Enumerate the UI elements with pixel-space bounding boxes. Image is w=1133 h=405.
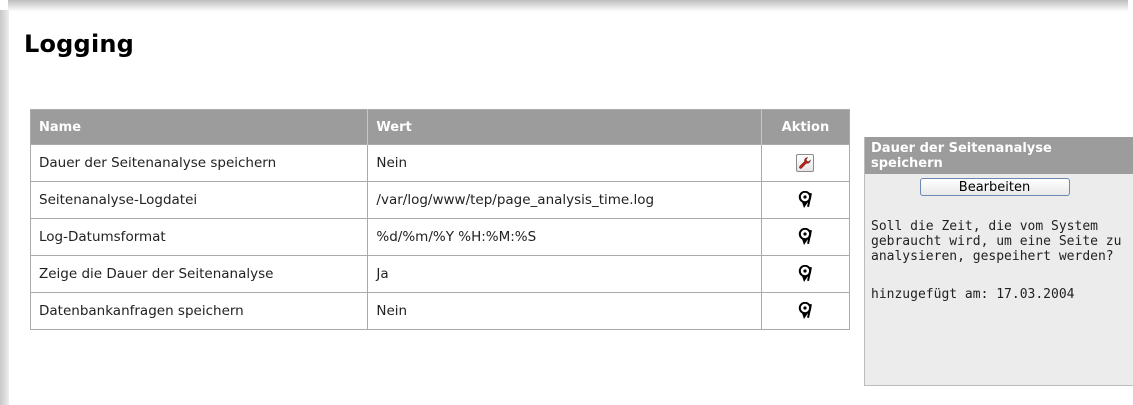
setting-name: Zeige die Dauer der Seitenanalyse [29,255,369,293]
column-header-wert: Wert [367,109,762,145]
info-icon[interactable] [797,265,813,283]
setting-name: Datenbankanfragen speichern [29,292,369,330]
page-title: Logging [24,30,135,58]
action-cell [760,218,851,256]
info-box-title: Dauer der Seitenanalyse speichern [865,137,1133,174]
setting-value: Nein [367,292,762,330]
info-box-added-date: hinzugefügt am: 17.03.2004 [871,287,1075,302]
column-header-name: Name [30,109,369,145]
edit-icon[interactable] [796,154,815,172]
info-box-button-row: Bearbeiten [865,176,1133,196]
table-row[interactable]: Datenbankanfragen speichern Nein [29,292,851,330]
info-icon[interactable] [797,302,813,320]
table-header-row: Name Wert Aktion [30,109,850,145]
action-cell [760,292,851,330]
edit-button[interactable]: Bearbeiten [919,178,1070,196]
setting-name: Seitenanalyse-Logdatei [29,181,369,219]
table-row[interactable]: Seitenanalyse-Logdatei /var/log/www/tep/… [29,181,851,219]
logging-page: Logging Name Wert Aktion Dauer der Seite… [0,0,1133,405]
table-row[interactable]: Zeige die Dauer der Seitenanalyse Ja [29,255,851,293]
setting-value: /var/log/www/tep/page_analysis_time.log [367,181,762,219]
info-box-description: Soll die Zeit, die vom System gebraucht … [871,219,1122,264]
info-box: Dauer der Seitenanalyse speichern Bearbe… [864,137,1133,386]
setting-value: Nein [367,144,762,182]
left-edge [0,10,9,405]
table-row[interactable]: Dauer der Seitenanalyse speichern Nein [29,144,851,182]
setting-name: Dauer der Seitenanalyse speichern [29,144,369,182]
info-icon[interactable] [797,191,813,209]
top-shadow [8,0,1128,12]
info-icon[interactable] [797,228,813,246]
action-cell [760,255,851,293]
column-header-aktion: Aktion [761,109,850,145]
setting-value: Ja [367,255,762,293]
setting-name: Log-Datumsformat [29,218,369,256]
action-cell [760,144,851,182]
action-cell [760,181,851,219]
settings-table: Name Wert Aktion Dauer der Seitenanalyse… [29,109,851,330]
table-row[interactable]: Log-Datumsformat %d/%m/%Y %H:%M:%S [29,218,851,256]
setting-value: %d/%m/%Y %H:%M:%S [367,218,762,256]
